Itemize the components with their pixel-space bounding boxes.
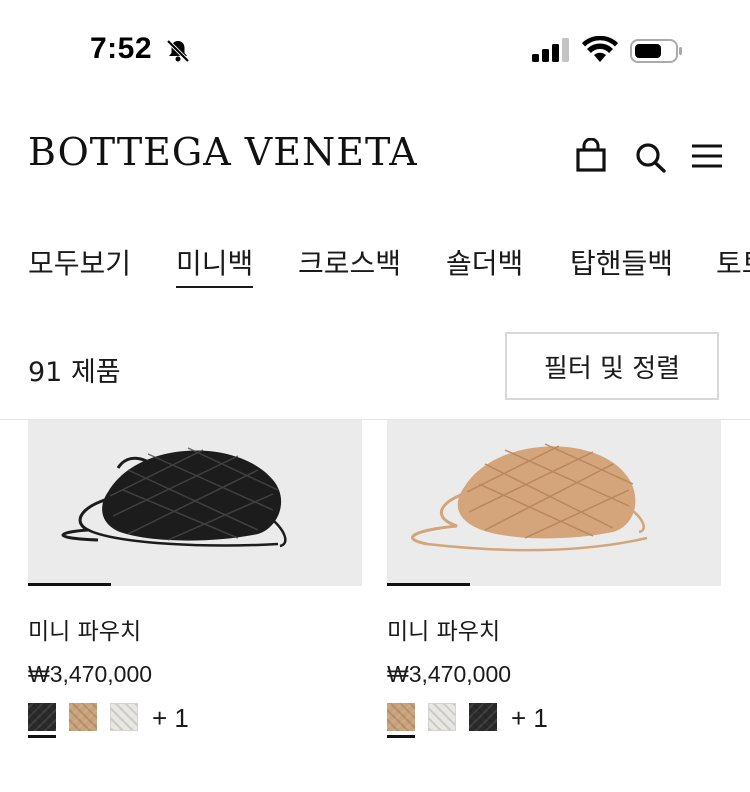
product-name[interactable]: 미니 파우치 (387, 612, 500, 646)
status-time: 7:52 (90, 32, 153, 65)
tab-all[interactable]: 모두보기 (28, 242, 131, 286)
menu-icon[interactable] (690, 138, 724, 174)
tab-shoulder-bags[interactable]: 숄더백 (446, 242, 523, 286)
cellular-signal-icon (532, 38, 569, 62)
color-swatch[interactable] (110, 703, 138, 731)
tab-cross-bags[interactable]: 크로스백 (298, 242, 401, 286)
wifi-icon (582, 36, 618, 62)
product-price: ₩3,470,000 (28, 661, 153, 687)
color-swatch[interactable] (387, 703, 415, 731)
selected-swatch-indicator (387, 735, 415, 738)
tab-top-handle-bags[interactable]: 탑핸들백 (570, 242, 673, 286)
product-image[interactable] (387, 420, 721, 586)
product-count: 91 제품 (28, 357, 121, 388)
brand-logo[interactable]: BOTTEGA VENETA (28, 130, 418, 174)
filter-sort-button[interactable]: 필터 및 정렬 (505, 332, 719, 400)
color-swatches: + 1 (387, 703, 587, 739)
tab-mini-bags[interactable]: 미니백 (176, 242, 254, 288)
status-bar: 7:52 (0, 0, 750, 100)
color-swatch[interactable] (28, 703, 56, 731)
product-image[interactable] (28, 420, 362, 586)
image-carousel-indicator (387, 583, 470, 586)
color-swatch[interactable] (469, 703, 497, 731)
product-card: 미니 파우치 ₩3,470,000 + 1 (28, 420, 362, 738)
search-icon[interactable] (634, 138, 668, 174)
image-carousel-indicator (28, 583, 111, 586)
more-colors[interactable]: + 1 (152, 703, 189, 733)
color-swatches: + 1 (28, 703, 228, 739)
battery-icon (630, 39, 682, 63)
shopping-bag-icon[interactable] (574, 138, 608, 174)
selected-swatch-indicator (28, 735, 56, 738)
product-price: ₩3,470,000 (387, 661, 512, 687)
bell-slash-icon (166, 39, 190, 63)
product-name[interactable]: 미니 파우치 (28, 612, 141, 646)
tab-tote[interactable]: 토트 (716, 242, 750, 286)
product-card: 미니 파우치 ₩3,470,000 + 1 (387, 420, 721, 738)
more-colors[interactable]: + 1 (511, 703, 548, 733)
color-swatch[interactable] (69, 703, 97, 731)
color-swatch[interactable] (428, 703, 456, 731)
